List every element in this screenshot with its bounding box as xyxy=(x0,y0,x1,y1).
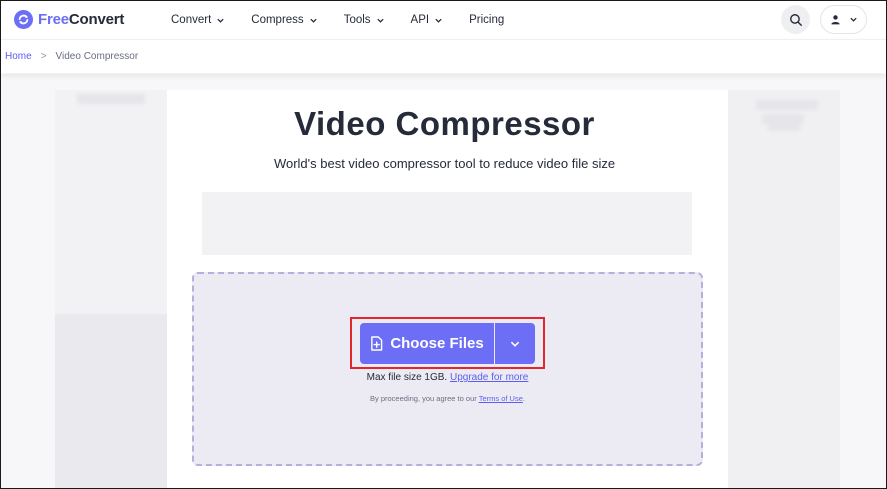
ad-banner xyxy=(202,192,692,255)
nav-tools[interactable]: Tools xyxy=(344,14,385,26)
page-title: Video Compressor xyxy=(294,105,595,142)
search-icon xyxy=(789,13,802,26)
terms-of-use-link[interactable]: Terms of Use xyxy=(479,394,523,403)
chevron-down-icon xyxy=(217,18,224,23)
upgrade-link[interactable]: Upgrade for more xyxy=(450,372,528,383)
chevron-down-icon xyxy=(850,17,857,22)
breadcrumb-current: Video Compressor xyxy=(55,51,139,62)
logo[interactable]: FreeConvert xyxy=(14,10,124,29)
chevron-down-icon xyxy=(510,341,520,347)
agree-end: . xyxy=(522,394,525,403)
convert-arrows-icon xyxy=(14,10,33,29)
search-button[interactable] xyxy=(781,5,810,34)
nav-compress-label: Compress xyxy=(251,14,304,26)
nav-api-label: API xyxy=(410,14,430,26)
nav-tools-label: Tools xyxy=(343,14,371,26)
choose-files-label: Choose Files xyxy=(390,335,484,352)
nav-convert-label: Convert xyxy=(171,14,212,26)
nav-convert[interactable]: Convert xyxy=(171,14,225,26)
chevron-down-icon xyxy=(435,18,442,23)
page-subtitle: World's best video compressor tool to re… xyxy=(273,156,616,171)
upload-source-dropdown[interactable] xyxy=(495,323,535,364)
chevron-down-icon xyxy=(310,18,317,23)
max-file-size-note: Max file size 1GB. Upgrade for more xyxy=(1,372,887,383)
chevron-down-icon xyxy=(376,18,384,23)
agree-text: By proceeding, you agree to our xyxy=(370,394,477,403)
breadcrumb: Home > Video Compressor xyxy=(1,39,886,73)
max-size-text: Max file size 1GB. xyxy=(366,372,448,383)
blurred-ad-text xyxy=(77,94,145,104)
choose-files-button[interactable]: Choose Files xyxy=(360,323,494,364)
top-navbar: FreeConvert Convert Compress Tools API P… xyxy=(1,1,886,39)
user-menu-button[interactable] xyxy=(820,5,867,34)
logo-wordmark: FreeConvert xyxy=(38,11,124,28)
terms-agreement: By proceeding, you agree to our Terms of… xyxy=(1,394,887,403)
nav-api[interactable]: API xyxy=(411,14,444,26)
file-dropzone[interactable] xyxy=(192,272,703,466)
logo-text-free: Free xyxy=(38,11,69,28)
add-file-icon xyxy=(371,336,383,351)
nav-compress[interactable]: Compress xyxy=(251,14,317,26)
user-icon xyxy=(831,15,840,25)
nav-pricing-label: Pricing xyxy=(469,14,505,26)
logo-text-convert: Convert xyxy=(68,11,125,28)
main-nav: Convert Compress Tools API Pricing xyxy=(171,1,530,39)
right-ad-panel xyxy=(728,90,840,488)
breadcrumb-separator: > xyxy=(40,51,47,62)
breadcrumb-home[interactable]: Home xyxy=(5,51,32,62)
nav-pricing[interactable]: Pricing xyxy=(469,14,504,26)
